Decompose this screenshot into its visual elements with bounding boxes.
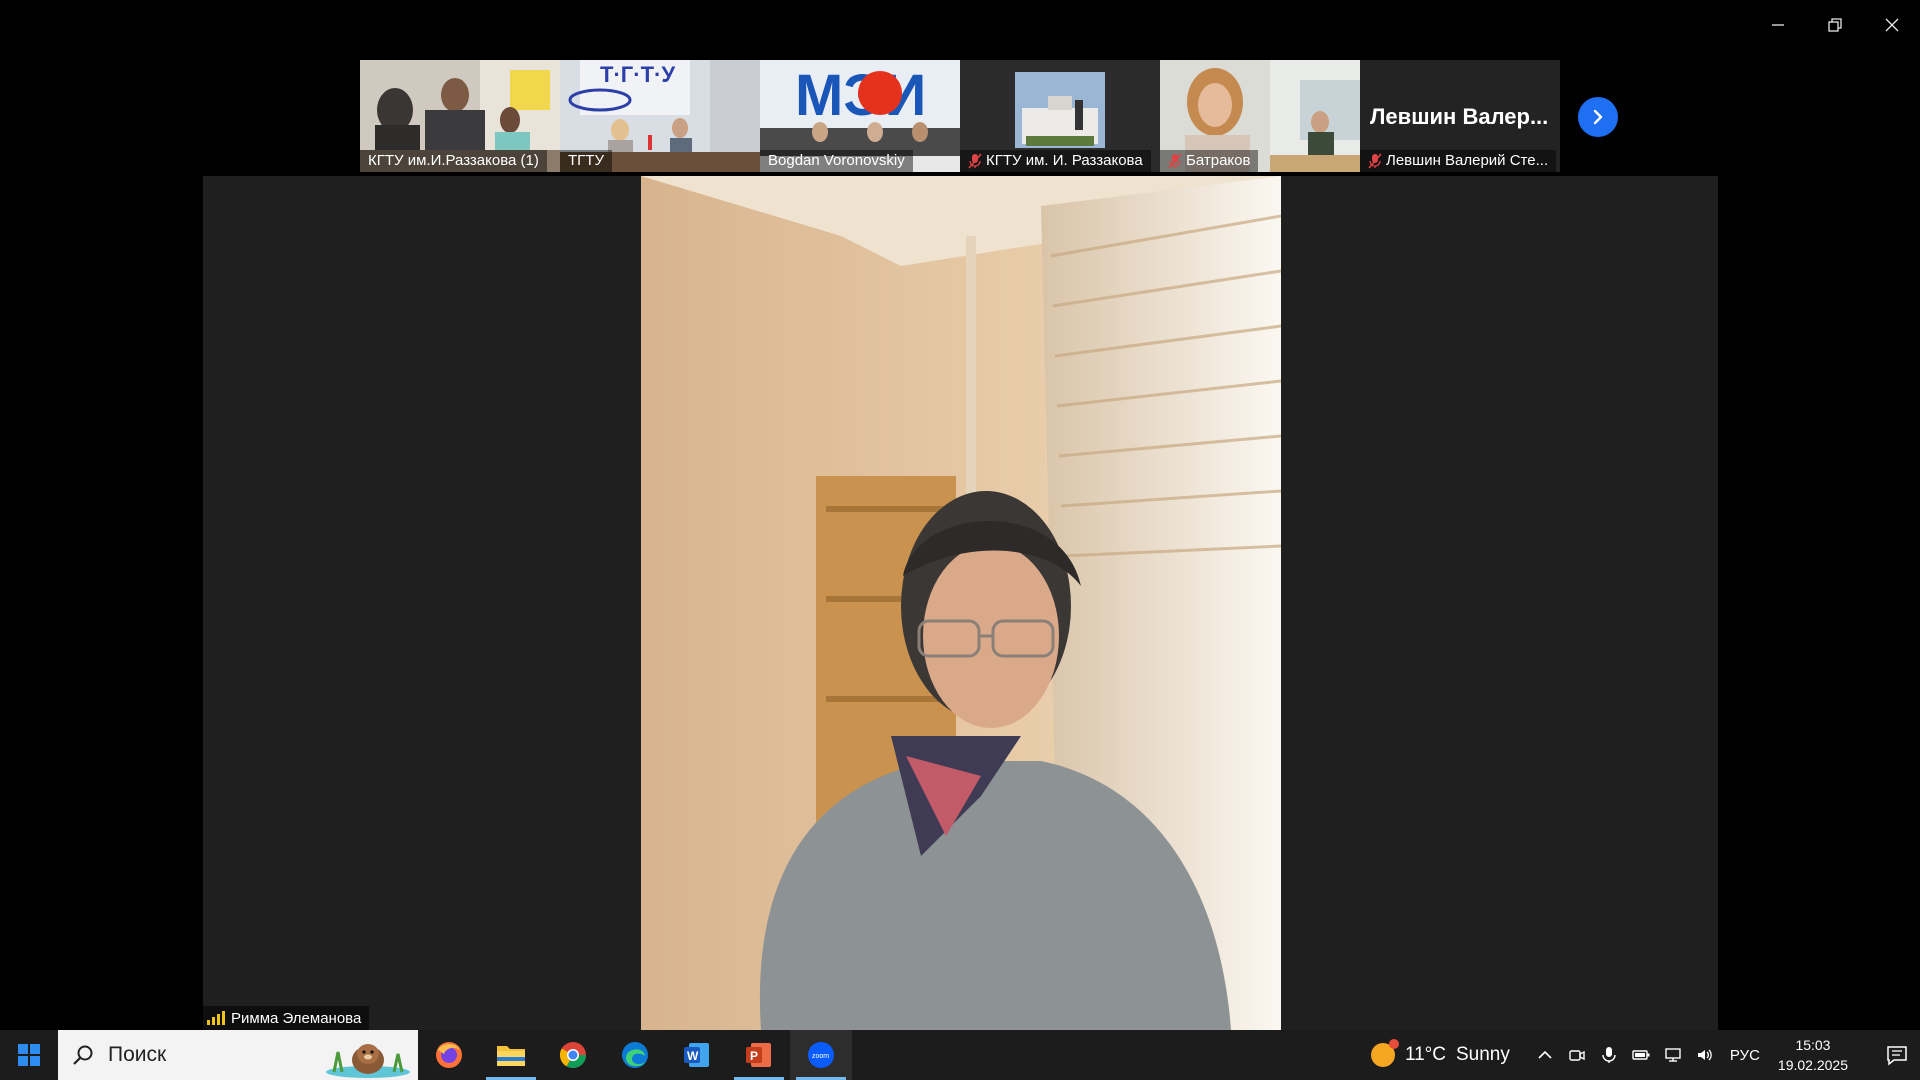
participant-label: Батраков — [1160, 150, 1259, 172]
participant-strip: КГТУ им.И.Раззакова (1) Т·Г·Т·У ТГТУ МЭИ — [360, 60, 1560, 172]
taskbar-app-edge[interactable] — [604, 1030, 666, 1080]
tray-icons — [1536, 1046, 1714, 1064]
participant-name: Bogdan Voronovskiy — [768, 152, 905, 169]
participant-label: КГТУ им.И.Раззакова (1) — [360, 150, 547, 172]
svg-text:Т·Г·Т·У: Т·Г·Т·У — [600, 62, 675, 87]
svg-text:P: P — [750, 1049, 758, 1063]
notification-icon — [1887, 1046, 1907, 1066]
camera-icon[interactable] — [1568, 1046, 1586, 1064]
speaker-name: Римма Элеманова — [231, 1009, 362, 1027]
active-speaker-stage — [203, 176, 1718, 1030]
edge-icon — [622, 1042, 648, 1068]
chevron-right-icon — [1593, 109, 1603, 125]
powerpoint-icon: P — [746, 1043, 771, 1067]
restore-button[interactable] — [1806, 0, 1863, 50]
clock-time: 15:03 — [1795, 1037, 1831, 1053]
network-icon[interactable] — [1664, 1046, 1682, 1064]
file-explorer-icon — [497, 1046, 525, 1066]
participant-name: Левшин Валерий Сте... — [1386, 152, 1549, 169]
weather-sun-icon — [1370, 1039, 1399, 1067]
close-button[interactable] — [1863, 0, 1920, 50]
search-placeholder: Поиск — [108, 1043, 167, 1066]
firefox-icon — [436, 1042, 462, 1068]
search-highlight-otter-icon — [326, 1044, 410, 1078]
taskbar-app-file-explorer[interactable] — [480, 1030, 542, 1080]
participant-tile[interactable]: КГТУ им. И. Раззакова — [960, 60, 1160, 172]
active-speaker-video — [641, 176, 1281, 1030]
microphone-icon[interactable] — [1600, 1046, 1618, 1064]
taskbar-app-zoom[interactable]: zoom — [790, 1030, 852, 1080]
chevron-up-icon[interactable] — [1536, 1046, 1554, 1064]
windows-logo-icon — [18, 1044, 40, 1066]
mic-muted-icon — [1168, 153, 1182, 169]
input-language[interactable]: РУС — [1730, 1047, 1760, 1064]
participant-tile[interactable]: Левшин Валер... Левшин Валерий Сте... — [1360, 60, 1560, 172]
participant-name: ТГТУ — [568, 152, 604, 169]
minimize-icon — [1771, 24, 1784, 26]
participant-tile[interactable]: МЭИ Bogdan Voronovskiy — [760, 60, 960, 172]
participant-label: КГТУ им. И. Раззакова — [960, 150, 1151, 172]
zoom-icon: zoom — [808, 1042, 834, 1068]
weather-widget[interactable]: 11°C Sunny — [1370, 1039, 1510, 1067]
svg-text:W: W — [687, 1049, 699, 1063]
participant-tile[interactable]: Т·Г·Т·У ТГТУ — [560, 60, 760, 172]
taskbar-app-chrome[interactable] — [542, 1030, 604, 1080]
taskbar-search[interactable]: Поиск — [58, 1030, 418, 1080]
search-icon — [73, 1045, 93, 1065]
weather-temp: 11°C — [1404, 1044, 1446, 1065]
notification-center-button[interactable] — [1874, 1030, 1920, 1080]
word-icon: W — [684, 1043, 709, 1067]
participant-label: Bogdan Voronovskiy — [760, 150, 913, 172]
participant-tile[interactable]: КГТУ им.И.Раззакова (1) — [360, 60, 560, 172]
participant-label: Левшин Валерий Сте... — [1360, 150, 1557, 172]
taskbar-app-word[interactable]: W — [666, 1030, 728, 1080]
taskbar-clock[interactable]: 15:03 19.02.2025 — [1778, 1035, 1848, 1075]
minimize-button[interactable] — [1749, 0, 1806, 50]
mic-muted-icon — [1368, 153, 1382, 169]
system-tray: 11°C Sunny РУС 15:03 19.02.2025 — [1370, 1030, 1920, 1080]
mic-muted-icon — [968, 153, 982, 169]
restore-icon — [1827, 18, 1842, 32]
participant-tile[interactable]: Батраков — [1160, 60, 1360, 172]
weather-condition: Sunny — [1456, 1044, 1510, 1065]
connection-signal-icon — [207, 1011, 225, 1025]
participant-name: КГТУ им. И. Раззакова — [986, 152, 1143, 169]
close-icon — [1885, 18, 1898, 32]
participant-name: Батраков — [1186, 152, 1251, 169]
volume-icon[interactable] — [1696, 1046, 1714, 1064]
speaker-video-frame — [641, 176, 1281, 1030]
taskbar-app-powerpoint[interactable]: P — [728, 1030, 790, 1080]
svg-text:zoom: zoom — [812, 1053, 829, 1060]
active-speaker-label: Римма Элеманова — [203, 1006, 370, 1030]
taskbar-app-firefox[interactable] — [418, 1030, 480, 1080]
battery-icon[interactable] — [1632, 1046, 1650, 1064]
window-controls — [1749, 0, 1920, 50]
next-page-button[interactable] — [1578, 97, 1618, 137]
participant-label: ТГТУ — [560, 150, 612, 172]
clock-date: 19.02.2025 — [1777, 1057, 1848, 1073]
participant-display-name: Левшин Валер... — [1370, 104, 1549, 129]
taskbar: Поиск W P zoom 11°C Sunny РУС 15:03 19.0… — [0, 1030, 1920, 1080]
start-button[interactable] — [0, 1030, 58, 1080]
chrome-icon — [559, 1042, 587, 1069]
participant-name: КГТУ им.И.Раззакова (1) — [368, 152, 539, 169]
